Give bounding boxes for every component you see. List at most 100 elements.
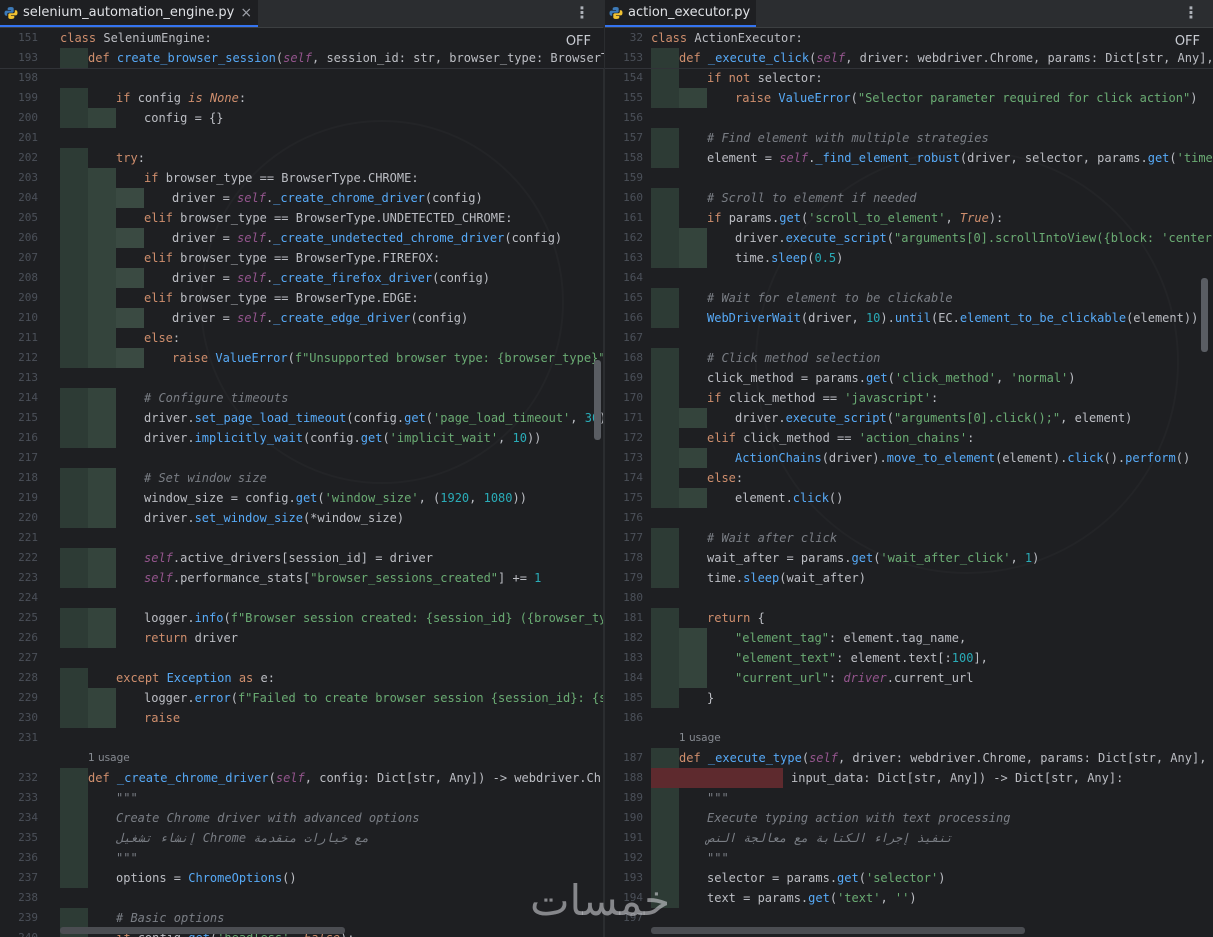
code-line[interactable]: 168 # Click method selection: [605, 348, 1213, 368]
code-line[interactable]: 208 driver = self._create_firefox_driver(…: [0, 268, 604, 288]
code-line[interactable]: 153 def _execute_click(self, driver: webd…: [605, 48, 1213, 69]
code-line[interactable]: 186: [605, 708, 1213, 728]
code-line[interactable]: 200 config = {}: [0, 108, 604, 128]
horizontal-scrollbar-left[interactable]: [60, 927, 345, 934]
code-line[interactable]: 216 driver.implicitly_wait(config.get('im…: [0, 428, 604, 448]
code-area-left[interactable]: 151 class SeleniumEngine: 193 def create_br…: [0, 28, 604, 937]
code-line[interactable]: 164: [605, 268, 1213, 288]
code-line[interactable]: 213: [0, 368, 604, 388]
code-line[interactable]: 215 driver.set_page_load_timeout(config.g…: [0, 408, 604, 428]
code-line[interactable]: 227: [0, 648, 604, 668]
code-line[interactable]: 211 else:: [0, 328, 604, 348]
code-line[interactable]: 235 إنشاء تشغيل Chrome مع خيارات متقدمة: [0, 828, 604, 848]
code-line[interactable]: 205 elif browser_type == BrowserType.UNDE…: [0, 208, 604, 228]
code-line[interactable]: 210 driver = self._create_edge_driver(con…: [0, 308, 604, 328]
code-line[interactable]: 230 raise: [0, 708, 604, 728]
code-line[interactable]: 190 Execute typing action with text proce…: [605, 808, 1213, 828]
code-line[interactable]: 173 ActionChains(driver).move_to_element(…: [605, 448, 1213, 468]
code-line[interactable]: 202 try:: [0, 148, 604, 168]
editor-pane-right[interactable]: action_executor.py ⋮ OFF 32 class ActionE…: [605, 0, 1213, 937]
editor-pane-left[interactable]: selenium_automation_engine.py × ⋮ OFF 15…: [0, 0, 604, 937]
code-line[interactable]: 228 except Exception as e:: [0, 668, 604, 688]
code-line[interactable]: 234 Create Chrome driver with advanced op…: [0, 808, 604, 828]
code-line[interactable]: 207 elif browser_type == BrowserType.FIRE…: [0, 248, 604, 268]
code-line[interactable]: 187 def _execute_type(self, driver: webdr…: [605, 748, 1213, 768]
code-line[interactable]: 176: [605, 508, 1213, 528]
code-line[interactable]: 191 تنفيذ إجراء الكتابة مع معالجة النص: [605, 828, 1213, 848]
code-line[interactable]: 197: [605, 908, 1213, 928]
code-line[interactable]: 231: [0, 728, 604, 748]
code-line[interactable]: 158 element = self._find_element_robust(d…: [605, 148, 1213, 168]
close-icon[interactable]: ×: [240, 5, 252, 21]
code-line[interactable]: 222 self.active_drivers[session_id] = dri…: [0, 548, 604, 568]
code-line[interactable]: 179 time.sleep(wait_after): [605, 568, 1213, 588]
code-line[interactable]: 165 # Wait for element to be clickable: [605, 288, 1213, 308]
vertical-scrollbar-right[interactable]: [1201, 278, 1208, 352]
code-line[interactable]: 194 text = params.get('text', ''): [605, 888, 1213, 908]
code-line[interactable]: 155 raise ValueError("Selector parameter …: [605, 88, 1213, 108]
code-line[interactable]: 171 driver.execute_script("arguments[0].c…: [605, 408, 1213, 428]
code-line[interactable]: 201: [0, 128, 604, 148]
code-line[interactable]: 181 return {: [605, 608, 1213, 628]
code-line[interactable]: 225 logger.info(f"Browser session created…: [0, 608, 604, 628]
code-line[interactable]: 178 wait_after = params.get('wait_after_c…: [605, 548, 1213, 568]
tab-selenium-automation-engine[interactable]: selenium_automation_engine.py ×: [0, 0, 259, 27]
code-line[interactable]: 163 time.sleep(0.5): [605, 248, 1213, 268]
code-line[interactable]: 167: [605, 328, 1213, 348]
more-options-icon[interactable]: ⋮: [574, 3, 590, 22]
code-line[interactable]: 166 WebDriverWait(driver, 10).until(EC.el…: [605, 308, 1213, 328]
usage-hint[interactable]: 1 usage: [605, 728, 1213, 748]
inlay-toggle-off[interactable]: OFF: [566, 34, 591, 49]
code-line[interactable]: 32 class ActionExecutor:: [605, 28, 1213, 49]
code-line[interactable]: 161 if params.get('scroll_to_element', Tr…: [605, 208, 1213, 228]
vertical-scrollbar-left[interactable]: [594, 360, 601, 440]
code-line[interactable]: 180: [605, 588, 1213, 608]
code-line[interactable]: 159: [605, 168, 1213, 188]
code-line[interactable]: 183 "element_text": element.text[:100],: [605, 648, 1213, 668]
code-line[interactable]: 174 else:: [605, 468, 1213, 488]
code-line[interactable]: 232 def _create_chrome_driver(self, confi…: [0, 768, 604, 788]
code-area-right[interactable]: 32 class ActionExecutor: 153 def _execute_c…: [605, 28, 1213, 937]
code-line[interactable]: 224: [0, 588, 604, 608]
code-line[interactable]: 223 self.performance_stats["browser_sessi…: [0, 568, 604, 588]
code-line[interactable]: 162 driver.execute_script("arguments[0].s…: [605, 228, 1213, 248]
code-line[interactable]: 188 input_data: Dict[str, Any]) -> Dict[s…: [605, 768, 1213, 788]
code-line[interactable]: 226 return driver: [0, 628, 604, 648]
usage-count[interactable]: 1 usage: [88, 748, 604, 768]
tab-action-executor[interactable]: action_executor.py: [605, 0, 757, 27]
code-line[interactable]: 212 raise ValueError(f"Unsupported browse…: [0, 348, 604, 368]
code-line[interactable]: 185}: [605, 688, 1213, 708]
code-line[interactable]: 217: [0, 448, 604, 468]
horizontal-scrollbar-right[interactable]: [651, 927, 1025, 934]
code-line[interactable]: 238: [0, 888, 604, 908]
usage-hint[interactable]: 1 usage: [0, 748, 604, 768]
code-line[interactable]: 239 # Basic options: [0, 908, 604, 928]
code-line[interactable]: 189 """: [605, 788, 1213, 808]
code-line[interactable]: 204 driver = self._create_chrome_driver(c…: [0, 188, 604, 208]
code-line[interactable]: 193 selector = params.get('selector'): [605, 868, 1213, 888]
code-line[interactable]: 229 logger.error(f"Failed to create brows…: [0, 688, 604, 708]
code-line[interactable]: 237 options = ChromeOptions(): [0, 868, 604, 888]
code-line[interactable]: 203 if browser_type == BrowserType.CHROME…: [0, 168, 604, 188]
code-line[interactable]: 172 elif click_method == 'action_chains':: [605, 428, 1213, 448]
usage-count[interactable]: 1 usage: [679, 728, 1213, 748]
code-line[interactable]: 218 # Set window size: [0, 468, 604, 488]
code-line[interactable]: 193 def create_browser_session(self, sess…: [0, 48, 604, 69]
code-line[interactable]: 156: [605, 108, 1213, 128]
code-line[interactable]: 169 click_method = params.get('click_meth…: [605, 368, 1213, 388]
code-line[interactable]: 170 if click_method == 'javascript':: [605, 388, 1213, 408]
more-options-icon[interactable]: ⋮: [1183, 3, 1199, 22]
code-line[interactable]: 199 if config is None:: [0, 88, 604, 108]
inlay-toggle-off[interactable]: OFF: [1175, 34, 1200, 49]
code-line[interactable]: 221: [0, 528, 604, 548]
code-line[interactable]: 157 # Find element with multiple strategi…: [605, 128, 1213, 148]
code-line[interactable]: 233 """: [0, 788, 604, 808]
code-line[interactable]: 220 driver.set_window_size(*window_size): [0, 508, 604, 528]
code-line[interactable]: 209 elif browser_type == BrowserType.EDGE…: [0, 288, 604, 308]
code-line[interactable]: 236 """: [0, 848, 604, 868]
code-line[interactable]: 198: [0, 68, 604, 88]
code-line[interactable]: 184 "current_url": driver.current_url: [605, 668, 1213, 688]
code-line[interactable]: 214 # Configure timeouts: [0, 388, 604, 408]
code-line[interactable]: 192 """: [605, 848, 1213, 868]
code-line[interactable]: 154 if not selector:: [605, 68, 1213, 88]
